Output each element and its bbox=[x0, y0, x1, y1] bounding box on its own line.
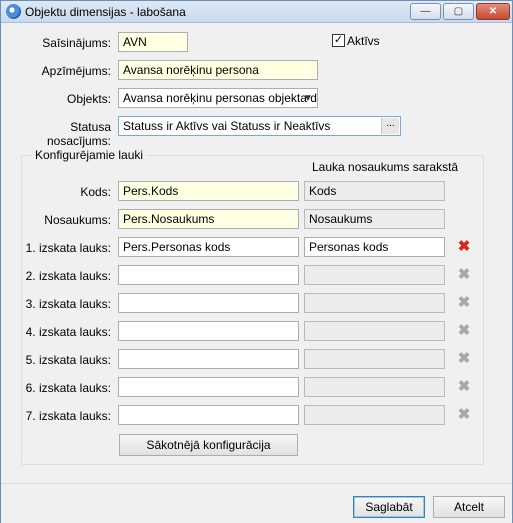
app-icon bbox=[6, 4, 21, 19]
row-name-field bbox=[304, 349, 445, 369]
aktivs-checkbox[interactable]: ✓ bbox=[332, 34, 345, 47]
objekts-value: Avansa norēķinu personas objekta di bbox=[123, 91, 318, 105]
delete-icon: ✖ bbox=[457, 350, 471, 367]
row-value-field[interactable] bbox=[118, 265, 299, 285]
row-label: 7. izskata lauks: bbox=[25, 409, 111, 423]
row-value-field[interactable] bbox=[118, 321, 299, 341]
row-name-field bbox=[304, 265, 445, 285]
row-label: 1. izskata lauks: bbox=[25, 241, 111, 255]
row-value-field[interactable]: Pers.Nosaukums bbox=[118, 209, 299, 229]
dialog-window: Objektu dimensijas - labošana — ▢ ✕ Saīs… bbox=[0, 0, 513, 523]
aktivs-label: Aktīvs bbox=[347, 34, 380, 48]
row-label: Kods: bbox=[80, 185, 111, 199]
row-name-field bbox=[304, 405, 445, 425]
delete-icon: ✖ bbox=[457, 406, 471, 423]
reset-configuration-button[interactable]: Sākotnējā konfigurācija bbox=[119, 434, 298, 456]
objekts-label: Objekts: bbox=[66, 92, 111, 106]
maximize-button[interactable]: ▢ bbox=[443, 3, 474, 20]
row-name-field: Nosaukums bbox=[304, 209, 445, 229]
delete-icon: ✖ bbox=[457, 378, 471, 395]
row-value-field[interactable] bbox=[118, 349, 299, 369]
delete-icon: ✖ bbox=[457, 294, 471, 311]
delete-icon: ✖ bbox=[457, 322, 471, 339]
row-value-field[interactable]: Pers.Kods bbox=[118, 181, 299, 201]
row-label: 6. izskata lauks: bbox=[25, 381, 111, 395]
chevron-down-icon[interactable]: ▼ bbox=[301, 90, 315, 106]
saisinajums-label: Saīsinājums: bbox=[42, 36, 111, 50]
row-label: 2. izskata lauks: bbox=[25, 269, 111, 283]
window-title: Objektu dimensijas - labošana bbox=[25, 5, 186, 19]
save-button[interactable]: Saglabāt bbox=[353, 496, 425, 518]
row-name-field bbox=[304, 321, 445, 341]
row-value-field[interactable]: Pers.Personas kods bbox=[118, 237, 299, 257]
row-label: 3. izskata lauks: bbox=[25, 297, 111, 311]
row-value-field[interactable] bbox=[118, 405, 299, 425]
title-bar: Objektu dimensijas - labošana — ▢ ✕ bbox=[1, 1, 512, 23]
apzimejums-label: Apzīmējums: bbox=[41, 64, 111, 78]
cancel-button[interactable]: Atcelt bbox=[433, 496, 505, 518]
close-button[interactable]: ✕ bbox=[476, 3, 510, 20]
saisinajums-field[interactable]: AVN bbox=[118, 32, 188, 52]
delete-icon[interactable]: ✖ bbox=[457, 239, 471, 254]
row-name-field[interactable]: Personas kods bbox=[304, 237, 445, 257]
row-label: 4. izskata lauks: bbox=[25, 325, 111, 339]
minimize-button[interactable]: — bbox=[410, 3, 441, 20]
apzimejums-field[interactable]: Avansa norēķinu persona bbox=[118, 60, 318, 80]
row-name-field: Kods bbox=[304, 181, 445, 201]
footer: Saglabāt Atcelt bbox=[1, 484, 512, 523]
group-title: Konfigurējamie lauki bbox=[32, 148, 147, 162]
statusa-nosacijums-value: Statuss ir Aktīvs vai Statuss ir Neaktīv… bbox=[123, 119, 331, 133]
row-value-field[interactable] bbox=[118, 293, 299, 313]
row-label: Nosaukums: bbox=[44, 213, 111, 227]
statusa-nosacijums-label: Statusa nosacījums: bbox=[46, 120, 111, 148]
browse-button[interactable]: ... bbox=[381, 118, 399, 134]
row-name-field bbox=[304, 293, 445, 313]
row-label: 5. izskata lauks: bbox=[25, 353, 111, 367]
row-value-field[interactable] bbox=[118, 377, 299, 397]
statusa-nosacijums-field[interactable]: Statuss ir Aktīvs vai Statuss ir Neaktīv… bbox=[118, 116, 401, 136]
column-header: Lauka nosaukums sarakstā bbox=[312, 160, 459, 174]
row-name-field bbox=[304, 377, 445, 397]
delete-icon: ✖ bbox=[457, 266, 471, 283]
objekts-select[interactable]: Avansa norēķinu personas objekta di ▼ bbox=[118, 88, 318, 108]
